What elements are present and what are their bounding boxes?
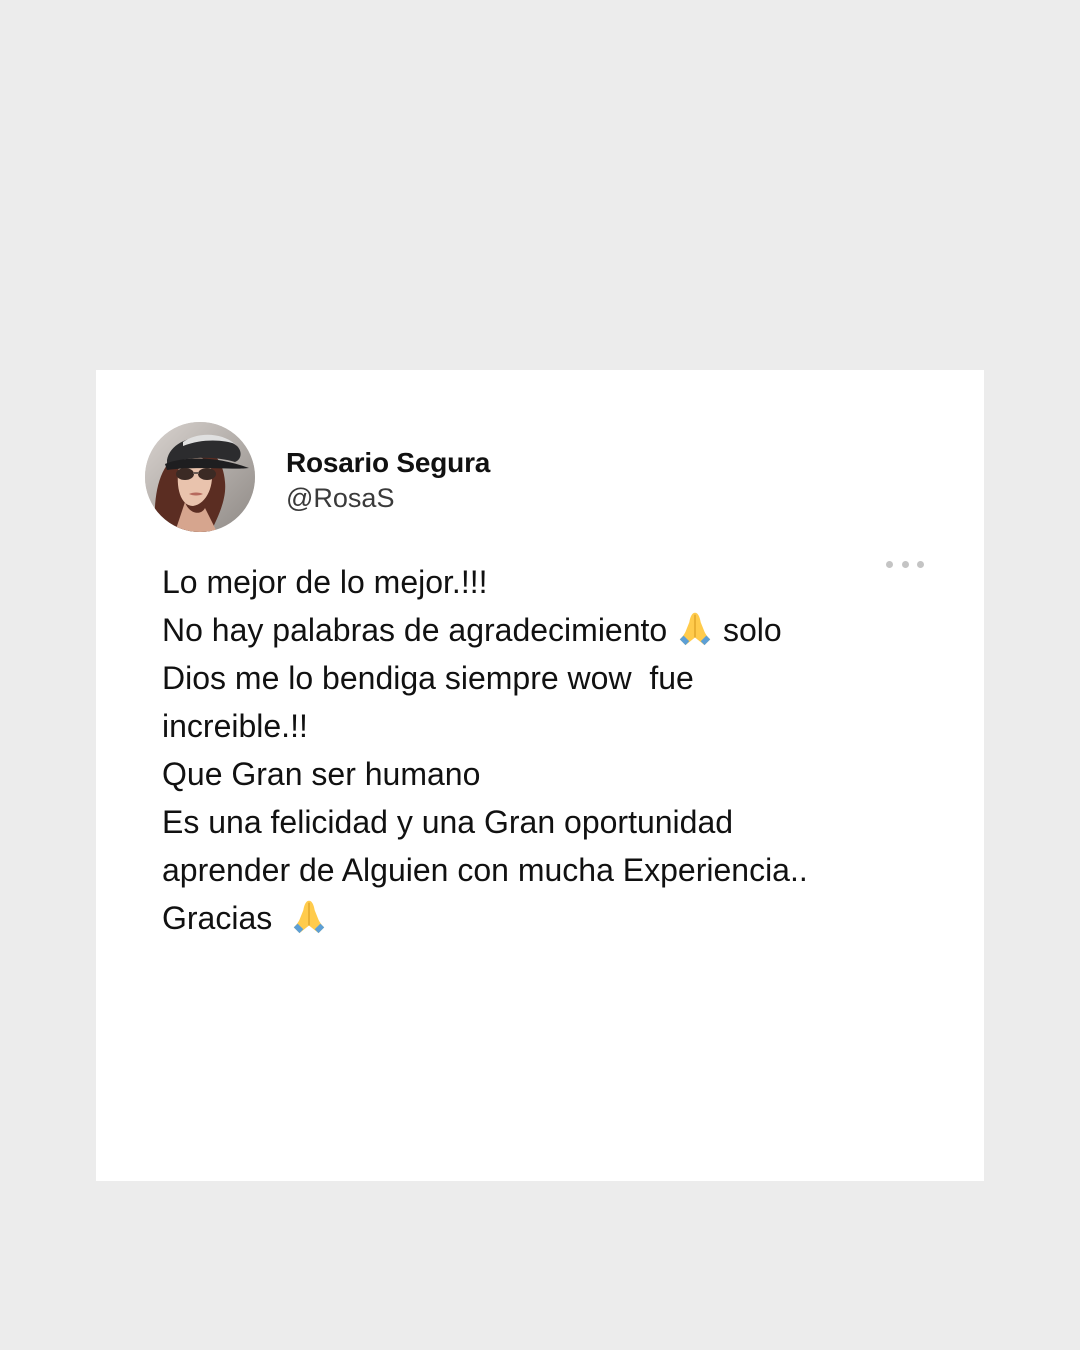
- post-line: No hay palabras de agradecimiento solo: [162, 606, 922, 654]
- avatar-portrait: [145, 422, 255, 532]
- post-line-text: Que Gran ser humano: [162, 756, 481, 792]
- post-line: Dios me lo bendiga siempre wow fue: [162, 654, 922, 702]
- post-line-text: Es una felicidad y una Gran oportunidad: [162, 804, 734, 840]
- post-line-text: Gracias: [162, 900, 291, 936]
- post-line: aprender de Alguien con mucha Experienci…: [162, 846, 922, 894]
- avatar[interactable]: [145, 422, 255, 532]
- post-line-text: aprender de Alguien con mucha Experienci…: [162, 852, 808, 888]
- display-name[interactable]: Rosario Segura: [286, 447, 490, 479]
- post-line-text: solo: [714, 612, 782, 648]
- post-line: increible.!!: [162, 702, 922, 750]
- post-line-text: increible.!!: [162, 708, 308, 744]
- post-line: Que Gran ser humano: [162, 750, 922, 798]
- post-line: Es una felicidad y una Gran oportunidad: [162, 798, 922, 846]
- post-line-text: No hay palabras de agradecimiento: [162, 612, 677, 648]
- post-line-text: Lo mejor de lo mejor.!!!: [162, 564, 488, 600]
- post-card: Rosario Segura @RosaS Lo mejor de lo mej…: [96, 370, 984, 1181]
- user-handle[interactable]: @RosaS: [286, 483, 394, 514]
- folded-hands-icon: [293, 900, 325, 934]
- post-line: Lo mejor de lo mejor.!!!: [162, 558, 922, 606]
- post-line-text: Dios me lo bendiga siempre wow fue: [162, 660, 694, 696]
- post-line: Gracias: [162, 894, 922, 942]
- post-text: Lo mejor de lo mejor.!!! No hay palabras…: [162, 558, 922, 942]
- folded-hands-icon: [679, 612, 711, 646]
